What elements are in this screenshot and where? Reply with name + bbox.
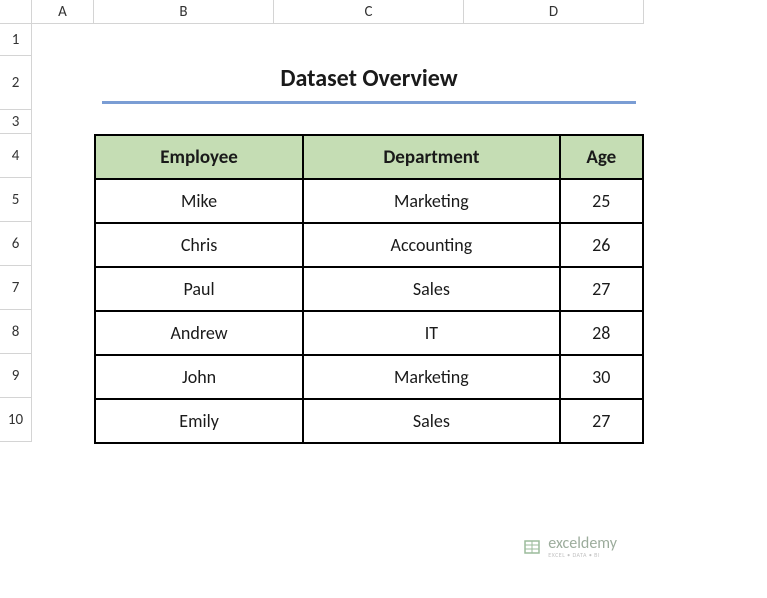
- cell-age[interactable]: 30: [560, 355, 643, 399]
- spreadsheet-grid: A B C D 1 2 3 4 5 6 7 8 9 10 Dataset Ove…: [0, 0, 767, 442]
- col-header-c[interactable]: C: [274, 0, 464, 24]
- col-header-b[interactable]: B: [94, 0, 274, 24]
- row-header-6[interactable]: 6: [0, 222, 32, 266]
- cell-department[interactable]: Sales: [303, 267, 559, 311]
- row-header-5[interactable]: 5: [0, 178, 32, 222]
- table-row: Andrew IT 28: [95, 311, 643, 355]
- cell-employee[interactable]: Paul: [95, 267, 303, 311]
- table-row: John Marketing 30: [95, 355, 643, 399]
- logo-icon: [522, 537, 542, 557]
- cell-department[interactable]: Sales: [303, 399, 559, 443]
- row-header-7[interactable]: 7: [0, 266, 32, 310]
- row-header-4[interactable]: 4: [0, 134, 32, 178]
- cell-age[interactable]: 28: [560, 311, 643, 355]
- corner-cell[interactable]: [0, 0, 32, 24]
- watermark-main: exceldemy: [548, 536, 617, 552]
- cell-employee[interactable]: Mike: [95, 179, 303, 223]
- cell-employee[interactable]: Emily: [95, 399, 303, 443]
- table-row: Chris Accounting 26: [95, 223, 643, 267]
- header-employee[interactable]: Employee: [95, 135, 303, 179]
- col-header-d[interactable]: D: [464, 0, 644, 24]
- col-header-a[interactable]: A: [32, 0, 94, 24]
- table-row: Mike Marketing 25: [95, 179, 643, 223]
- row-header-9[interactable]: 9: [0, 354, 32, 398]
- cell-employee[interactable]: John: [95, 355, 303, 399]
- page-title[interactable]: Dataset Overview: [102, 56, 636, 104]
- watermark-sub: EXCEL • DATA • BI: [548, 552, 617, 558]
- cell-department[interactable]: Marketing: [303, 355, 559, 399]
- row-header-1[interactable]: 1: [0, 24, 32, 56]
- cell-department[interactable]: Accounting: [303, 223, 559, 267]
- row-header-8[interactable]: 8: [0, 310, 32, 354]
- cell-employee[interactable]: Andrew: [95, 311, 303, 355]
- row-header-10[interactable]: 10: [0, 398, 32, 442]
- header-age[interactable]: Age: [560, 135, 643, 179]
- table-header-row: Employee Department Age: [95, 135, 643, 179]
- data-table: Employee Department Age Mike Marketing 2…: [94, 134, 644, 444]
- watermark: exceldemy EXCEL • DATA • BI: [522, 536, 617, 558]
- header-department[interactable]: Department: [303, 135, 559, 179]
- watermark-text: exceldemy EXCEL • DATA • BI: [548, 536, 617, 558]
- data-table-container: Employee Department Age Mike Marketing 2…: [94, 134, 644, 442]
- cell-department[interactable]: IT: [303, 311, 559, 355]
- cell-age[interactable]: 27: [560, 399, 643, 443]
- cell-age[interactable]: 25: [560, 179, 643, 223]
- cell-employee[interactable]: Chris: [95, 223, 303, 267]
- row-header-2[interactable]: 2: [0, 56, 32, 110]
- cell-age[interactable]: 26: [560, 223, 643, 267]
- table-row: Paul Sales 27: [95, 267, 643, 311]
- table-row: Emily Sales 27: [95, 399, 643, 443]
- row-header-3[interactable]: 3: [0, 110, 32, 134]
- cell-age[interactable]: 27: [560, 267, 643, 311]
- cell-department[interactable]: Marketing: [303, 179, 559, 223]
